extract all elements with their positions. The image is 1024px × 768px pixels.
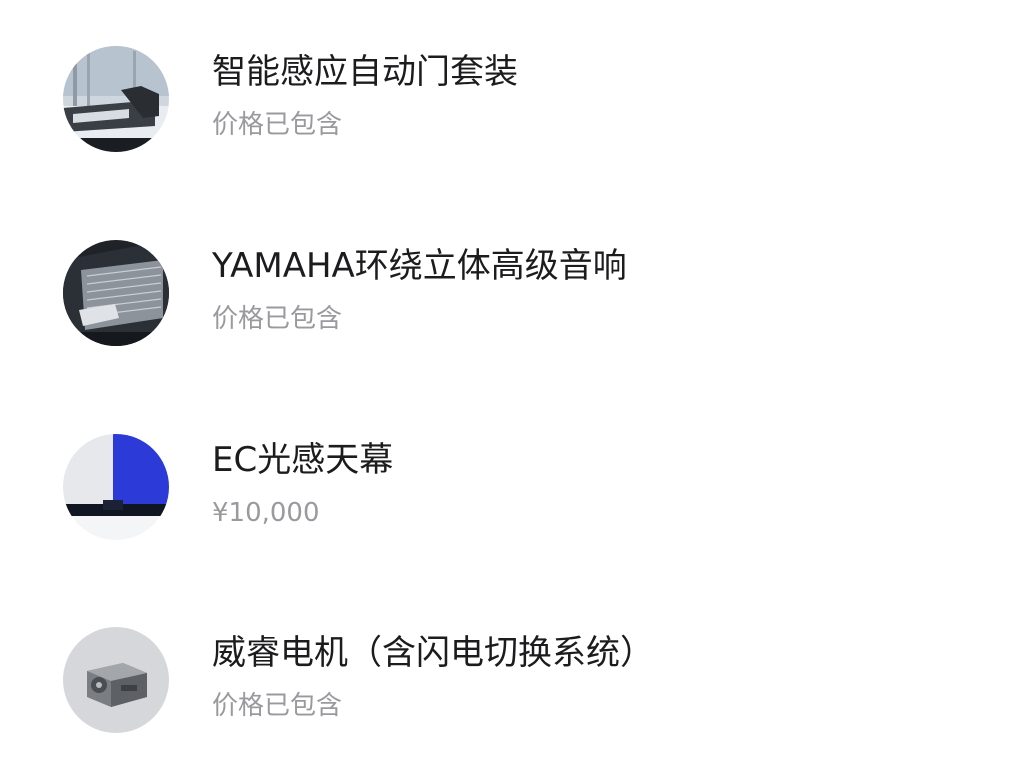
- audio-thumbnail: [63, 240, 169, 346]
- option-title: 智能感应自动门套装: [212, 52, 518, 92]
- option-item-sunroof[interactable]: EC光感天幕 ¥10,000: [0, 434, 1024, 554]
- option-price-status: 价格已包含: [212, 691, 343, 721]
- option-title: 威睿电机（含闪电切换系统）: [212, 633, 654, 673]
- option-title: YAMAHA环绕立体高级音响: [212, 246, 627, 286]
- speaker-grille-image: [63, 240, 169, 346]
- option-item-motor[interactable]: 威睿电机（含闪电切换系统） 价格已包含: [0, 627, 1024, 747]
- motor-thumbnail: [63, 627, 169, 733]
- option-title: EC光感天幕: [212, 440, 394, 480]
- option-item-audio[interactable]: YAMAHA环绕立体高级音响 价格已包含: [0, 240, 1024, 360]
- sunroof-thumbnail: [63, 434, 169, 540]
- option-price-status: 价格已包含: [212, 304, 343, 334]
- option-price-status: 价格已包含: [212, 110, 343, 140]
- sunroof-image: [63, 434, 169, 540]
- options-list: 智能感应自动门套装 价格已包含 YAMAHA环绕立体高级音响 价格已包含 EC光…: [0, 0, 1024, 768]
- automatic-door-image: [63, 46, 169, 152]
- electric-motor-image: [63, 627, 169, 733]
- option-price: ¥10,000: [212, 498, 320, 528]
- option-item-automatic-door[interactable]: 智能感应自动门套装 价格已包含: [0, 46, 1024, 166]
- automatic-door-thumbnail: [63, 46, 169, 152]
